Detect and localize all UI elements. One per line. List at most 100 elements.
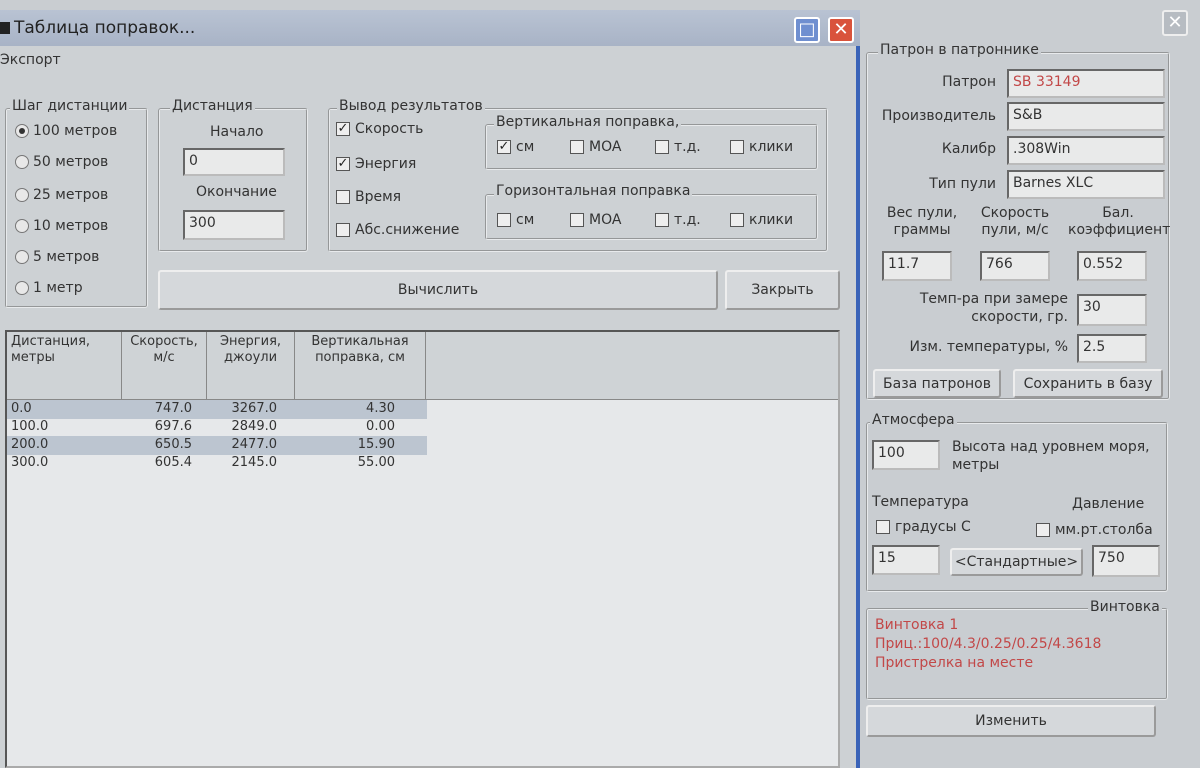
start-input[interactable]: 0 bbox=[183, 148, 285, 176]
step-option[interactable]: 50 метров bbox=[15, 154, 108, 170]
cell-distance: 100.0 bbox=[11, 419, 49, 434]
step-group-title: Шаг дистанции bbox=[10, 98, 130, 114]
step-option[interactable]: 5 метров bbox=[15, 249, 99, 265]
cell-distance: 0.0 bbox=[11, 401, 32, 416]
step-option[interactable]: 25 метров bbox=[15, 187, 108, 203]
output-checkbox[interactable]: ✓ Энергия bbox=[336, 156, 416, 172]
vertical-unit-checkbox[interactable]: т.д. bbox=[655, 139, 701, 155]
horizontal-group-title: Горизонтальная поправка bbox=[494, 183, 693, 199]
output-checkbox-label: Энергия bbox=[355, 156, 417, 172]
output-group-title: Вывод результатов bbox=[337, 98, 485, 114]
step-option-label: 5 метров bbox=[33, 249, 100, 265]
col-distance[interactable]: Дистанция, метры bbox=[7, 332, 122, 400]
output-checkbox[interactable]: Абс.снижение bbox=[336, 222, 459, 238]
standard-button[interactable]: <Стандартные> bbox=[950, 548, 1083, 576]
step-option-label: 25 метров bbox=[33, 187, 109, 203]
temp-input[interactable]: 30 bbox=[1077, 294, 1147, 326]
vertical-unit-checkbox[interactable]: MOA bbox=[570, 139, 621, 155]
menu-export[interactable]: Экспорт bbox=[0, 52, 61, 68]
vertical-unit-checkbox[interactable]: клики bbox=[730, 139, 793, 155]
mmhg-checkbox[interactable]: мм.рт.столба bbox=[1036, 522, 1153, 538]
maker-label: Производитель bbox=[881, 108, 996, 124]
cell-energy: 2849.0 bbox=[231, 419, 278, 434]
step-option[interactable]: 1 метр bbox=[15, 280, 83, 296]
horizontal-unit-checkbox[interactable]: т.д. bbox=[655, 212, 701, 228]
step-option[interactable]: 100 метров bbox=[15, 123, 117, 139]
temperature-input[interactable]: 15 bbox=[872, 545, 940, 575]
atmosphere-group-title: Атмосфера bbox=[870, 412, 957, 428]
caliber-label: Калибр bbox=[941, 141, 996, 157]
weight-label: Вес пули, граммы bbox=[886, 205, 958, 238]
end-input[interactable]: 300 bbox=[183, 210, 285, 240]
table-row[interactable]: 300.0 605.4 2145.0 55.00 bbox=[7, 454, 427, 473]
caliber-input[interactable]: .308Win bbox=[1007, 136, 1165, 165]
output-checkbox[interactable]: Время bbox=[336, 189, 401, 205]
cell-vertical: 15.90 bbox=[357, 437, 395, 452]
vertical-group-title: Вертикальная поправка, bbox=[494, 114, 682, 130]
table-row[interactable]: 100.0 697.6 2849.0 0.00 bbox=[7, 418, 427, 437]
rifle-group-title: Винтовка bbox=[1088, 599, 1162, 615]
vertical-unit-label: MOA bbox=[589, 139, 622, 155]
col-energy[interactable]: Энергия, джоули bbox=[207, 332, 295, 400]
cartridge-db-button[interactable]: База патронов bbox=[873, 369, 1001, 398]
rifle-name: Винтовка 1 bbox=[875, 617, 959, 633]
change-rifle-button[interactable]: Изменить bbox=[866, 705, 1156, 737]
altitude-input[interactable]: 100 bbox=[872, 440, 940, 470]
col-vertical[interactable]: Вертикальная поправка, см bbox=[295, 332, 426, 400]
celsius-checkbox[interactable]: градусы С bbox=[876, 519, 971, 535]
cell-vertical: 4.30 bbox=[366, 401, 395, 416]
horizontal-unit-checkbox[interactable]: клики bbox=[730, 212, 793, 228]
bullet-label: Тип пули bbox=[929, 176, 996, 192]
radio-icon bbox=[15, 124, 29, 138]
radio-icon bbox=[15, 219, 29, 233]
table-row[interactable]: 0.0 747.0 3267.0 4.30 bbox=[7, 400, 427, 419]
cell-distance: 300.0 bbox=[11, 455, 49, 470]
checkbox-icon bbox=[570, 140, 584, 154]
cartridge-input[interactable]: SB 33149 bbox=[1007, 69, 1165, 98]
cell-speed: 747.0 bbox=[154, 401, 192, 416]
bc-input[interactable]: 0.552 bbox=[1077, 251, 1147, 281]
bc-label: Бал. коэффициент bbox=[1068, 205, 1171, 238]
vertical-unit-label: т.д. bbox=[674, 139, 701, 155]
start-label: Начало bbox=[210, 124, 264, 140]
cell-speed: 697.6 bbox=[154, 419, 192, 434]
cell-speed: 605.4 bbox=[154, 455, 192, 470]
horizontal-unit-checkbox[interactable]: см bbox=[497, 212, 534, 228]
step-option-label: 50 метров bbox=[33, 154, 109, 170]
vertical-unit-checkbox[interactable]: ✓ см bbox=[497, 139, 534, 155]
radio-icon bbox=[15, 155, 29, 169]
calculate-button[interactable]: Вычислить bbox=[158, 270, 718, 310]
results-table: Дистанция, метры Скорость, м/с Энергия, … bbox=[5, 330, 840, 768]
output-checkbox[interactable]: ✓ Скорость bbox=[336, 121, 423, 137]
close-button[interactable]: ✕ bbox=[828, 17, 854, 43]
checkbox-icon: ✓ bbox=[336, 156, 350, 171]
maximize-button[interactable]: □ bbox=[794, 17, 820, 43]
close-dialog-button[interactable]: Закрыть bbox=[725, 270, 840, 310]
cell-speed: 650.5 bbox=[154, 437, 192, 452]
temp-label: Темп-ра при замере скорости, гр. bbox=[919, 291, 1068, 325]
side-close-button[interactable]: ✕ bbox=[1162, 10, 1188, 36]
table-row[interactable]: 200.0 650.5 2477.0 15.90 bbox=[7, 436, 427, 455]
temperature-title: Температура bbox=[872, 494, 969, 510]
cell-vertical: 0.00 bbox=[366, 419, 395, 434]
horizontal-unit-checkbox[interactable]: MOA bbox=[570, 212, 621, 228]
maker-input[interactable]: S&B bbox=[1007, 102, 1165, 131]
checkbox-icon bbox=[730, 213, 744, 227]
bullet-input[interactable]: Barnes XLC bbox=[1007, 170, 1165, 199]
save-to-db-button[interactable]: Сохранить в базу bbox=[1013, 369, 1163, 398]
weight-input[interactable]: 11.7 bbox=[882, 251, 952, 281]
col-empty bbox=[426, 332, 838, 400]
col-speed[interactable]: Скорость, м/с bbox=[122, 332, 207, 400]
cell-energy: 3267.0 bbox=[231, 401, 278, 416]
temp-change-input[interactable]: 2.5 bbox=[1077, 334, 1147, 363]
speed-input[interactable]: 766 bbox=[980, 251, 1050, 281]
step-option[interactable]: 10 метров bbox=[15, 218, 108, 234]
cell-energy: 2477.0 bbox=[231, 437, 278, 452]
pressure-title: Давление bbox=[1072, 496, 1145, 512]
end-label: Окончание bbox=[196, 184, 277, 200]
checkbox-icon bbox=[730, 140, 744, 154]
pressure-input[interactable]: 750 bbox=[1092, 545, 1160, 577]
checkbox-icon bbox=[336, 223, 350, 237]
checkbox-icon: ✓ bbox=[336, 121, 350, 136]
horizontal-unit-label: т.д. bbox=[674, 212, 701, 228]
